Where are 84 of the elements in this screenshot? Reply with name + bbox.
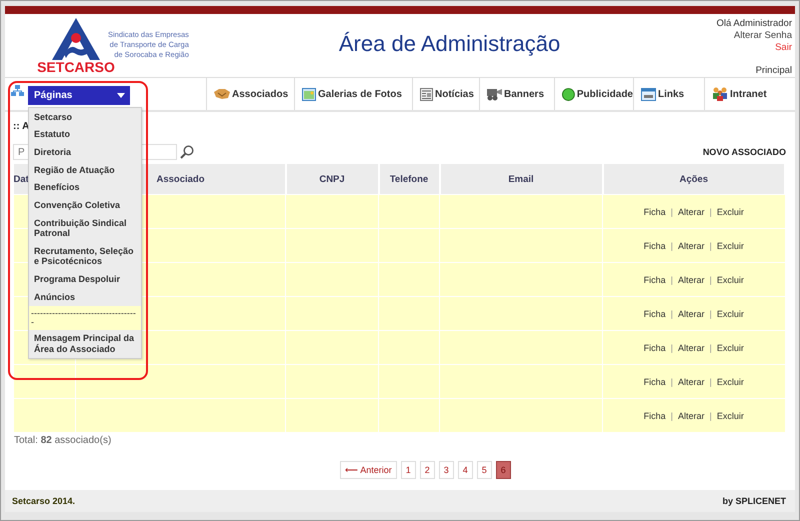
action-link[interactable]: Ficha xyxy=(644,410,666,421)
logo-name: SETCARSO xyxy=(37,60,115,74)
change-password-link[interactable]: Alterar Senha xyxy=(734,30,792,42)
separator: | xyxy=(670,308,673,319)
nav-link[interactable]: Associados xyxy=(206,78,294,110)
column-header: Email xyxy=(440,164,602,195)
menu-item[interactable]: Recrutamento, Seleção e Psicotécnicos xyxy=(29,242,141,270)
separator: | xyxy=(670,376,673,387)
copyright: Setcarso 2014. xyxy=(12,496,76,506)
separator: | xyxy=(710,308,712,319)
logout-link[interactable]: Sair xyxy=(775,42,792,54)
previous-page-link[interactable]: ⟵ Anterior xyxy=(340,461,397,480)
separator: | xyxy=(710,376,712,387)
action-link[interactable]: Ficha xyxy=(644,376,666,387)
action-link[interactable]: Ficha xyxy=(644,206,666,217)
action-link[interactable]: Excluir xyxy=(716,410,744,421)
page-link[interactable]: 4 xyxy=(458,461,473,480)
orb-icon xyxy=(562,88,575,101)
page-title: Área de Administração xyxy=(338,30,560,57)
breadcrumb: Principal xyxy=(756,64,792,77)
action-link[interactable]: Ficha xyxy=(644,342,666,353)
action-link[interactable]: Alterar xyxy=(678,342,704,353)
new-associate-link[interactable]: NOVO ASSOCIADO xyxy=(702,147,786,158)
separator: | xyxy=(710,410,712,421)
action-link[interactable]: Ficha xyxy=(644,240,666,251)
action-link[interactable]: Excluir xyxy=(716,376,744,387)
people-icon xyxy=(712,87,728,102)
action-link[interactable]: Excluir xyxy=(716,342,744,353)
action-link[interactable]: Alterar xyxy=(678,240,704,251)
nav-link[interactable]: Links xyxy=(633,78,704,110)
page-link[interactable]: 5 xyxy=(476,461,492,480)
separator: | xyxy=(710,240,712,251)
column-header: Ações xyxy=(602,164,785,195)
separator: | xyxy=(670,206,673,217)
greeting: Olá Administrador xyxy=(716,18,792,30)
separator: | xyxy=(670,274,673,285)
separator: | xyxy=(670,410,673,421)
total-count: Total: 82 associado(s) xyxy=(14,435,112,446)
projector-icon xyxy=(487,88,502,101)
nav-link[interactable]: Publicidade xyxy=(554,78,633,110)
credit: by SPLICENET xyxy=(722,496,786,506)
menu-item[interactable]: Anúncios xyxy=(29,288,141,306)
action-link[interactable]: Excluir xyxy=(716,308,744,319)
separator: | xyxy=(710,342,712,353)
action-link[interactable]: Ficha xyxy=(644,308,666,319)
action-link[interactable]: Excluir xyxy=(716,240,744,251)
separator: | xyxy=(670,342,673,353)
separator: | xyxy=(710,274,712,285)
sitemap-icon xyxy=(11,85,24,98)
menu-separator: ----------------------------------- - xyxy=(29,306,141,330)
menu-item[interactable]: Diretoria xyxy=(29,143,141,162)
separator: | xyxy=(670,240,673,251)
nav-link[interactable]: Banners xyxy=(479,78,554,110)
action-link[interactable]: Alterar xyxy=(678,308,704,319)
action-link[interactable]: Ficha xyxy=(644,274,666,285)
caret-icon xyxy=(117,92,125,98)
menu-item[interactable]: Setcarso xyxy=(29,108,141,126)
menu-item[interactable]: Contribuição Sindical Patronal xyxy=(29,214,141,242)
newspaper-icon xyxy=(420,88,433,101)
pages-dropdown[interactable]: Páginas xyxy=(28,86,130,105)
action-link[interactable]: Alterar xyxy=(678,206,704,217)
nav-link[interactable]: Notícias xyxy=(412,78,479,110)
browser-window-icon xyxy=(641,88,656,101)
nav-link[interactable]: Intranet xyxy=(704,78,786,110)
page-link[interactable]: 2 xyxy=(420,461,435,480)
separator: | xyxy=(710,206,712,217)
nav-link[interactable]: Galerias de Fotos xyxy=(294,78,412,110)
page-link[interactable]: 3 xyxy=(438,461,454,480)
page-link[interactable]: 1 xyxy=(400,461,416,480)
menu-item[interactable]: Programa Despoluir xyxy=(29,270,141,288)
picture-frame-icon xyxy=(302,88,316,101)
search-icon[interactable] xyxy=(180,145,194,160)
menu-item[interactable]: Mensagem Principal da Área do Associado xyxy=(29,330,141,358)
menu-item[interactable]: Estatuto xyxy=(29,126,141,144)
menu-item[interactable]: Convenção Coletiva xyxy=(29,196,141,214)
column-header: CNPJ xyxy=(286,164,378,195)
logo-icon xyxy=(50,16,102,62)
action-link[interactable]: Alterar xyxy=(678,410,704,421)
handshake-icon xyxy=(214,88,230,100)
action-link[interactable]: Excluir xyxy=(716,274,744,285)
action-link[interactable]: Alterar xyxy=(678,376,704,387)
column-header: Telefone xyxy=(378,164,440,195)
action-link[interactable]: Alterar xyxy=(678,274,704,285)
action-link[interactable]: Excluir xyxy=(716,206,744,217)
